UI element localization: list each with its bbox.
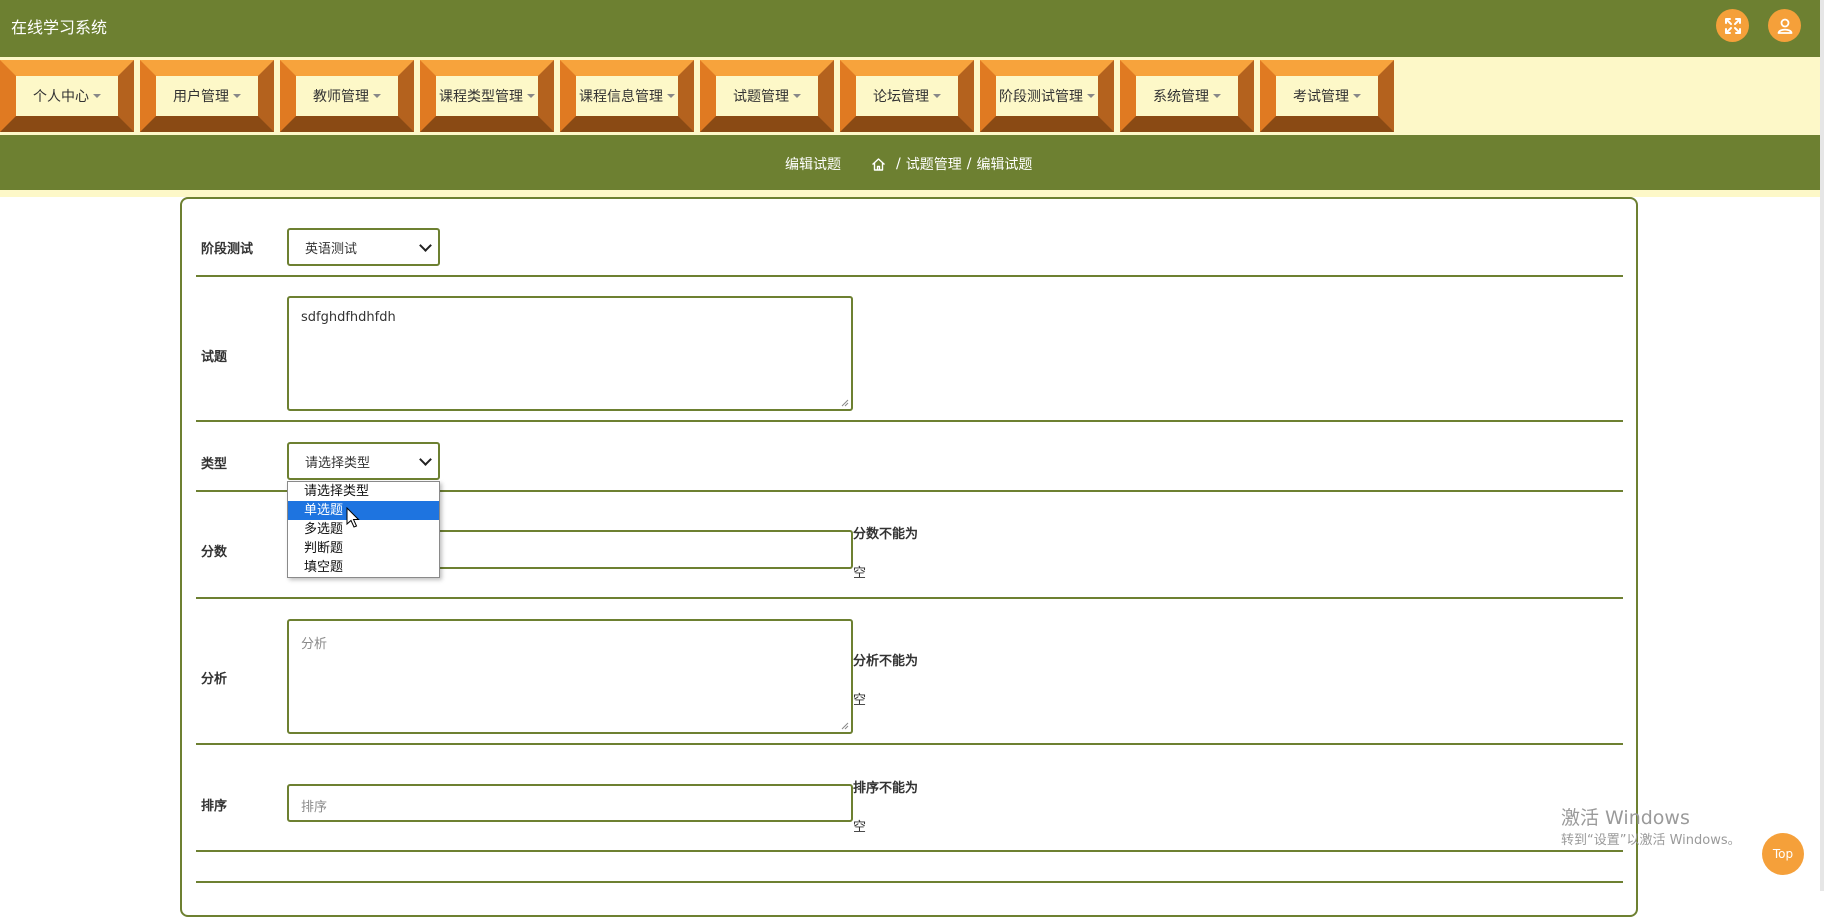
page-title: 编辑试题 xyxy=(785,157,841,173)
breadcrumb-band: 编辑试题 / 试题管理 / 编辑试题 xyxy=(0,135,1824,190)
score-label: 分数 xyxy=(201,545,228,560)
breadcrumb-item-question-management[interactable]: 试题管理 xyxy=(906,154,962,174)
type-option[interactable]: 判断题 xyxy=(288,539,439,558)
type-option[interactable]: 请选择类型 xyxy=(288,482,439,501)
type-dropdown-list: 请选择类型 单选题 多选题 判断题 填空题 xyxy=(287,481,440,578)
back-to-top-button[interactable]: Top xyxy=(1762,833,1804,875)
row-divider xyxy=(196,275,1623,277)
resize-grip-icon[interactable] xyxy=(839,720,849,730)
caret-down-icon xyxy=(667,94,675,98)
fullscreen-button[interactable] xyxy=(1716,9,1749,42)
order-placeholder: 排序 xyxy=(301,800,328,815)
type-select[interactable]: 请选择类型 xyxy=(287,442,440,480)
chevron-down-icon xyxy=(419,453,432,466)
stage-test-value: 英语测试 xyxy=(305,241,358,257)
activation-watermark-title: 激活 Windows xyxy=(1561,807,1690,829)
nav-item-stage-test-management[interactable]: 阶段测试管理 xyxy=(980,60,1114,132)
question-textarea[interactable]: sdfghdfhdhfdh xyxy=(287,296,853,411)
nav-item-system-management[interactable]: 系统管理 xyxy=(1120,60,1254,132)
app-title: 在线学习系统 xyxy=(11,18,108,37)
top-bar: 在线学习系统 xyxy=(0,0,1824,57)
order-error: 排序不能为 xyxy=(853,781,919,796)
nav-item-course-type-management[interactable]: 课程类型管理 xyxy=(420,60,554,132)
activation-watermark-hint: 转到“设置”以激活 Windows。 xyxy=(1561,833,1741,848)
row-divider xyxy=(196,850,1623,852)
stage-test-select[interactable]: 英语测试 xyxy=(287,228,440,266)
analysis-error: 分析不能为 xyxy=(853,654,919,669)
nav-item-personal-center[interactable]: 个人中心 xyxy=(0,60,134,132)
order-input[interactable]: 排序 xyxy=(287,784,853,822)
order-label: 排序 xyxy=(201,799,228,814)
expand-icon xyxy=(1724,17,1741,34)
nav-item-user-management[interactable]: 用户管理 xyxy=(140,60,274,132)
nav-item-forum-management[interactable]: 论坛管理 xyxy=(840,60,974,132)
order-error-end: 空 xyxy=(853,820,867,835)
caret-down-icon xyxy=(1213,94,1221,98)
stage-test-label: 阶段测试 xyxy=(201,242,254,257)
breadcrumb: / 试题管理 / 编辑试题 xyxy=(871,154,1032,174)
nav-item-exam-management[interactable]: 考试管理 xyxy=(1260,60,1394,132)
home-icon[interactable] xyxy=(871,157,886,172)
type-value: 请选择类型 xyxy=(305,455,371,471)
nav-item-question-management[interactable]: 试题管理 xyxy=(700,60,834,132)
analysis-error-end: 空 xyxy=(853,693,867,708)
caret-down-icon xyxy=(527,94,535,98)
caret-down-icon xyxy=(233,94,241,98)
row-divider xyxy=(196,881,1623,883)
caret-down-icon xyxy=(933,94,941,98)
question-label: 试题 xyxy=(201,350,228,365)
breadcrumb-separator: / xyxy=(966,156,972,172)
analysis-placeholder: 分析 xyxy=(301,637,328,652)
nav-item-course-info-management[interactable]: 课程信息管理 xyxy=(560,60,694,132)
caret-down-icon xyxy=(373,94,381,98)
caret-down-icon xyxy=(1353,94,1361,98)
type-option[interactable]: 填空题 xyxy=(288,558,439,577)
caret-down-icon xyxy=(1087,94,1095,98)
breadcrumb-item-edit-question: 编辑试题 xyxy=(976,157,1033,173)
scrollbar[interactable] xyxy=(1820,0,1824,891)
caret-down-icon xyxy=(793,94,801,98)
main-nav: 个人中心 用户管理 教师管理 课程类型管理 课程信息管理 试题管理 论坛管理 阶… xyxy=(0,57,1824,135)
user-icon xyxy=(1777,18,1792,34)
question-value: sdfghdfhdhfdh xyxy=(301,310,396,325)
resize-grip-icon[interactable] xyxy=(839,397,849,407)
score-error: 分数不能为 xyxy=(853,527,919,542)
type-label: 类型 xyxy=(201,457,228,472)
analysis-label: 分析 xyxy=(201,672,228,687)
mouse-cursor-icon xyxy=(346,507,360,528)
type-option-highlighted[interactable]: 单选题 xyxy=(288,501,439,520)
score-error-end: 空 xyxy=(853,566,867,581)
breadcrumb-separator: / xyxy=(896,156,901,172)
chevron-down-icon xyxy=(419,239,432,252)
type-option[interactable]: 多选题 xyxy=(288,520,439,539)
row-divider xyxy=(196,420,1623,422)
nav-item-teacher-management[interactable]: 教师管理 xyxy=(280,60,414,132)
caret-down-icon xyxy=(93,94,101,98)
user-button[interactable] xyxy=(1768,9,1801,42)
divider xyxy=(0,190,1824,197)
analysis-textarea[interactable]: 分析 xyxy=(287,619,853,734)
row-divider xyxy=(196,597,1623,599)
row-divider xyxy=(196,743,1623,745)
